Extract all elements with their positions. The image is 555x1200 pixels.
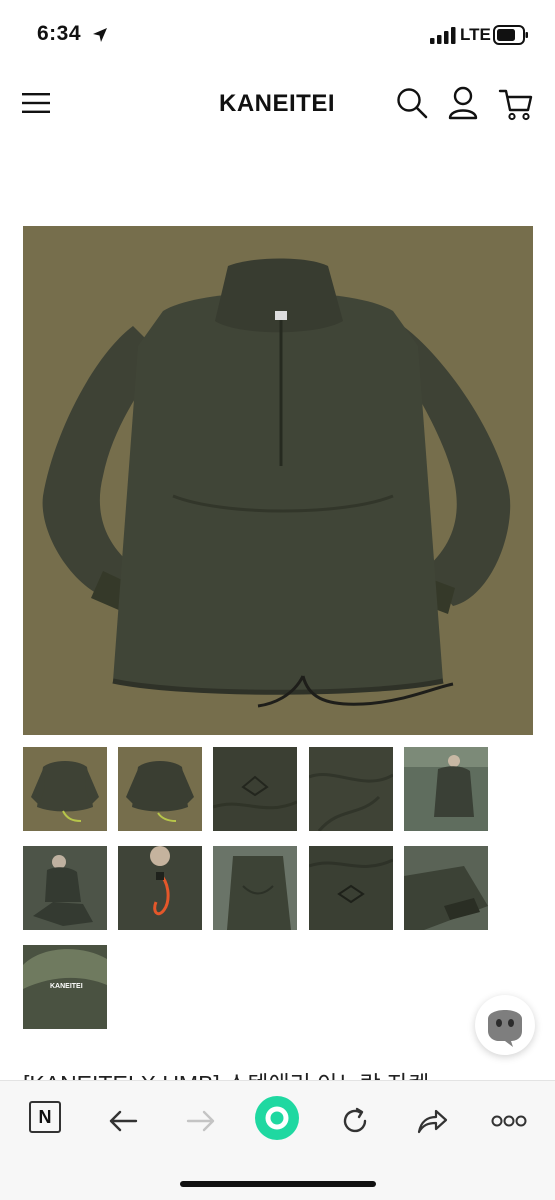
thumbnail-9[interactable] [309,846,393,930]
battery-icon [493,25,528,45]
thumbnail-3[interactable] [213,747,297,831]
status-time: 6:34 [37,22,82,45]
back-button[interactable] [101,1099,145,1143]
back-arrow-icon [109,1110,138,1132]
site-header: KANEITEI [0,70,555,140]
thumbnail-4[interactable] [309,747,393,831]
naver-n-button[interactable]: N [29,1101,61,1133]
home-icon [255,1096,299,1140]
thumbnail-1[interactable] [23,747,107,831]
chat-bot-icon [488,1010,522,1047]
thumbnail-logo-text: KANEITEI [50,983,83,990]
reload-button[interactable] [333,1099,377,1143]
more-icon [491,1115,527,1127]
thumbnail-11[interactable]: KANEITEI [23,945,107,1029]
more-button[interactable] [487,1099,531,1143]
thumbnail-7[interactable] [118,846,202,930]
home-indicator [180,1181,376,1187]
product-main-image[interactable] [23,226,533,735]
chat-button[interactable] [475,995,535,1055]
network-label: LTE [460,25,491,44]
thumbnail-8[interactable] [213,846,297,930]
jacket-illustration [23,226,533,735]
share-button[interactable] [410,1099,454,1143]
share-icon [417,1109,448,1134]
cart-icon[interactable] [498,87,534,121]
status-bar: 6:34 LTE [0,0,555,70]
signal-icon [430,27,456,44]
home-button[interactable] [254,1095,300,1141]
reload-icon [343,1107,367,1133]
search-icon[interactable] [396,87,428,119]
thumbnail-5[interactable] [404,747,488,831]
forward-arrow-icon [186,1110,215,1132]
menu-icon[interactable] [22,92,50,114]
thumbnail-10[interactable] [404,846,488,930]
brand-logo[interactable]: KANEITEI [177,90,377,118]
account-icon[interactable] [447,86,479,120]
location-arrow-icon [93,28,107,42]
thumbnail-2[interactable] [118,747,202,831]
thumbnail-6[interactable] [23,846,107,930]
browser-bottom-bar: N [0,1080,555,1200]
forward-button[interactable] [179,1099,223,1143]
